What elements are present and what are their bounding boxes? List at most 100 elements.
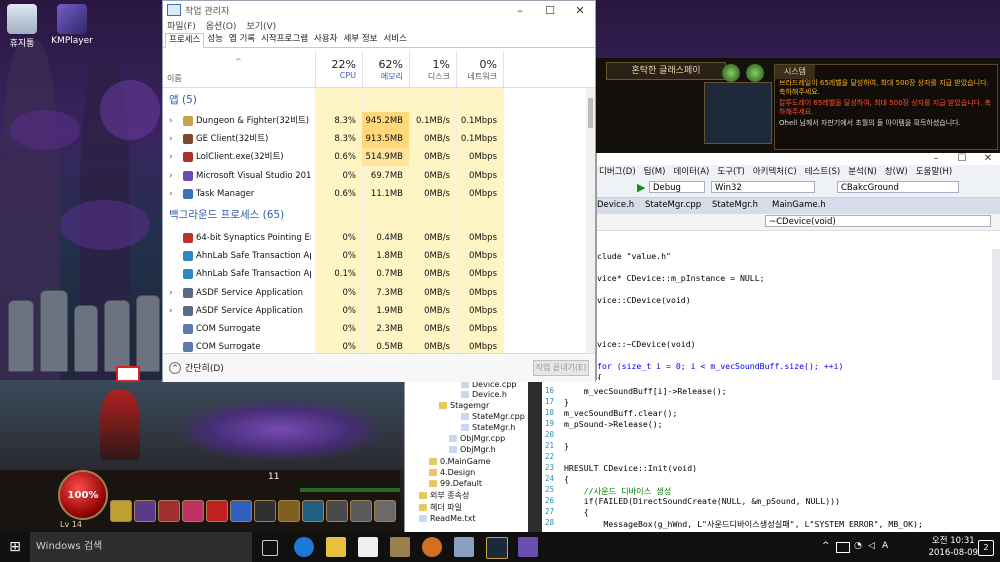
solution-item[interactable]: StateMgr.h (461, 423, 515, 432)
menu-analyze[interactable]: 분석(N) (848, 165, 877, 179)
solution-folder[interactable]: 외부 종속성 (419, 490, 469, 501)
tab-users[interactable]: 사용자 (311, 33, 340, 47)
game-orb-icon[interactable] (722, 64, 740, 82)
end-task-button[interactable]: 작업 끝내기(E) (533, 360, 589, 376)
skill-slot[interactable] (134, 500, 156, 522)
visual-studio-taskbar-icon[interactable] (518, 537, 538, 557)
expand-chevron-icon[interactable]: › (169, 112, 173, 130)
skill-slot[interactable] (278, 500, 300, 522)
tab-processes[interactable]: 프로세스 (165, 33, 205, 48)
process-row[interactable]: › GE Client(32비트) 8.3% 913.5MB 0MB/s 0.1Mbps (163, 130, 586, 149)
skill-slot[interactable] (326, 500, 348, 522)
platform-dropdown[interactable]: Win32 (711, 181, 815, 193)
process-row[interactable]: › Dungeon & Fighter(32비트) 8.3% 945.2MB 0.1MB… (163, 112, 586, 130)
process-row[interactable]: › Task Manager 0.6% 11.1MB 0MB/s 0Mbps (163, 185, 586, 203)
battery-icon[interactable] (836, 542, 850, 553)
skill-slot[interactable] (374, 500, 396, 522)
column-cpu[interactable]: 22% CPU (315, 51, 362, 87)
menu-window[interactable]: 창(W) (885, 165, 908, 179)
menu-help[interactable]: 도움말(H) (916, 165, 952, 179)
member-dropdown[interactable]: ~CDevice(void) (765, 215, 991, 227)
task-view-icon[interactable] (262, 540, 278, 556)
process-row[interactable]: AhnLab Safe Transaction Appli... 0.1% 0.7M… (163, 265, 586, 283)
show-hidden-icons-icon[interactable]: ^ (822, 541, 830, 551)
solution-item[interactable]: Device.h (461, 390, 507, 399)
game-orb-icon[interactable] (746, 64, 764, 82)
expand-chevron-icon[interactable]: › (169, 185, 173, 203)
skill-slot[interactable] (254, 500, 276, 522)
column-memory[interactable]: 62% 메모리 (362, 51, 409, 87)
solution-folder[interactable]: 4.Design (429, 468, 475, 477)
column-disk[interactable]: 1% 디스크 (409, 51, 456, 87)
tab-details[interactable]: 세부 정보 (340, 33, 380, 47)
maximize-icon[interactable]: ☐ (535, 4, 565, 17)
windows-start-icon[interactable]: ⊞ (0, 532, 30, 562)
input-language[interactable]: A (882, 541, 888, 551)
minimize-icon[interactable]: – (923, 153, 949, 165)
dungeon-fighter-taskbar-icon[interactable] (390, 537, 410, 557)
tab-device-h[interactable]: Device.h (597, 200, 634, 210)
process-row[interactable]: › Microsoft Visual Studio 2010(3... 0% 69.7… (163, 167, 586, 185)
tab-statemgr-cpp[interactable]: StateMgr.cpp (645, 200, 701, 210)
process-row[interactable]: › ASDF Service Application 0% 7.3MB 0MB/s 0Mb… (163, 284, 586, 302)
solution-explorer-scrollbar[interactable] (528, 380, 542, 532)
find-dropdown[interactable]: CBakcGround (837, 181, 959, 193)
menu-tools[interactable]: 도구(T) (717, 165, 744, 179)
menu-options[interactable]: 옵션(O) (206, 19, 237, 33)
solution-folder[interactable]: 헤더 파일 (419, 502, 462, 513)
skill-slot[interactable] (182, 500, 204, 522)
solution-folder[interactable]: 99.Default (429, 479, 482, 488)
close-icon[interactable]: ✕ (565, 4, 595, 17)
action-center-icon[interactable]: 2 (978, 540, 994, 556)
game-minimap[interactable] (704, 82, 772, 144)
taskbar-search-box[interactable]: Windows 검색 (30, 532, 252, 562)
solution-item[interactable]: ObjMgr.cpp (449, 434, 505, 443)
skill-slot[interactable] (110, 500, 132, 522)
desktop-icon-kmplayer[interactable]: KMPlayer (42, 4, 102, 46)
file-explorer-icon[interactable] (326, 537, 346, 557)
expand-chevron-icon[interactable]: › (169, 284, 173, 302)
expand-chevron-icon[interactable]: › (169, 302, 173, 320)
expand-chevron-icon[interactable]: › (169, 130, 173, 148)
solution-folder[interactable]: 0.MainGame (429, 457, 491, 466)
chat-tab-system[interactable]: 시스템 (775, 65, 815, 79)
expand-chevron-icon[interactable]: › (169, 148, 173, 166)
process-list-scrollbar[interactable] (586, 88, 595, 353)
skill-slot[interactable] (158, 500, 180, 522)
menu-architecture[interactable]: 아키텍처(C) (753, 165, 797, 179)
menu-file[interactable]: 파일(F) (167, 19, 196, 33)
network-icon[interactable]: ◔ (854, 541, 862, 551)
tab-app-history[interactable]: 앱 기록 (226, 33, 258, 47)
tab-statemgr-h[interactable]: StateMgr.h (712, 200, 758, 210)
process-row[interactable]: › ASDF Service Application 0% 1.9MB 0MB/s 0Mb… (163, 302, 586, 320)
tab-startup[interactable]: 시작프로그램 (258, 33, 311, 47)
skill-slot[interactable] (302, 500, 324, 522)
process-row[interactable]: 64-bit Synaptics Pointing Enha... 0% 0.4MB… (163, 229, 586, 247)
close-icon[interactable]: ✕ (975, 153, 1000, 165)
solution-item[interactable]: ReadMe.txt (419, 514, 475, 523)
menu-debug[interactable]: 디버그(D) (599, 165, 636, 179)
menu-view[interactable]: 보기(V) (246, 19, 276, 33)
menu-test[interactable]: 테스트(S) (805, 165, 841, 179)
process-row[interactable]: COM Surrogate 0% 2.3MB 0MB/s 0Mbps (163, 320, 586, 338)
edge-icon[interactable] (294, 537, 314, 557)
solution-item[interactable]: StateMgr.cpp (461, 412, 525, 421)
tab-maingame-h[interactable]: MainGame.h (772, 200, 826, 210)
volume-icon[interactable]: ◁ (868, 541, 875, 551)
menu-data[interactable]: 데이터(A) (673, 165, 709, 179)
menu-team[interactable]: 팀(M) (644, 165, 666, 179)
expand-chevron-icon[interactable]: › (169, 167, 173, 185)
store-icon[interactable] (358, 537, 378, 557)
start-debug-icon[interactable]: ▶ (637, 181, 645, 194)
lol-taskbar-icon[interactable] (486, 537, 508, 559)
tab-performance[interactable]: 성능 (204, 33, 226, 47)
fewer-details-button[interactable]: ^ 간단히(D) (169, 361, 224, 374)
skill-slot[interactable] (350, 500, 372, 522)
column-name[interactable]: 이름 (167, 73, 182, 84)
process-row[interactable]: › LolClient.exe(32비트) 0.6% 514.9MB 0MB/s 0Mbp… (163, 148, 586, 167)
scrollbar-thumb[interactable] (588, 98, 593, 128)
config-dropdown[interactable]: Debug (649, 181, 705, 193)
tab-services[interactable]: 서비스 (380, 33, 409, 47)
skill-slot[interactable] (230, 500, 252, 522)
process-row[interactable]: AhnLab Safe Transaction Appli... 0% 1.8MB 0… (163, 247, 586, 265)
